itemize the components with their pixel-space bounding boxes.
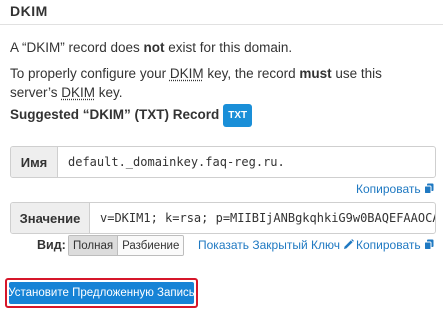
view-split-button[interactable]: Разбиение	[117, 236, 184, 255]
view-label: Вид:	[37, 238, 66, 252]
record-type-badge: TXT	[223, 104, 253, 127]
copy-name-link[interactable]: Копировать	[356, 182, 434, 197]
instruction-message: To properly configure your DKIM key, the…	[10, 64, 430, 102]
suggested-record-heading: Suggested “DKIM” (TXT) Record TXT	[10, 104, 253, 127]
pencil-icon	[343, 239, 354, 253]
title-divider	[0, 24, 443, 25]
status-message: A “DKIM” record does not exist for this …	[10, 38, 435, 57]
copy-value-label: Копировать	[356, 238, 421, 252]
install-suggested-record-button[interactable]: Установите Предложенную Запись	[8, 282, 195, 304]
copy-icon	[423, 239, 434, 253]
show-private-key-link[interactable]: Показать Закрытый Ключ	[198, 238, 354, 253]
view-full-button[interactable]: Полная	[69, 236, 118, 255]
suggested-record-label: Suggested “DKIM” (TXT) Record	[10, 107, 220, 122]
status-message-emphasis: not	[143, 40, 165, 55]
value-field-label: Значение	[11, 203, 90, 233]
instruction-post: key.	[95, 85, 123, 100]
instruction-emphasis: must	[299, 66, 332, 81]
copy-icon	[423, 183, 434, 197]
install-button-highlight: Установите Предложенную Запись	[5, 278, 198, 308]
show-private-key-label: Показать Закрытый Ключ	[198, 238, 340, 252]
copy-name-label: Копировать	[356, 182, 421, 196]
status-message-post: exist for this domain.	[164, 40, 293, 55]
dkim-abbr: DKIM	[61, 85, 96, 100]
view-toggle: Полная Разбиение	[68, 235, 185, 256]
name-field-value[interactable]: default._domainkey.faq-reg.ru.	[58, 147, 435, 177]
name-field-label: Имя	[11, 147, 58, 177]
name-field-group: Имя default._domainkey.faq-reg.ru.	[10, 146, 436, 178]
value-field-group: Значение v=DKIM1; k=rsa; p=MIIBIjANBgkqh…	[10, 202, 436, 234]
instruction-pre: To properly configure your	[10, 66, 170, 81]
copy-value-link[interactable]: Копировать	[356, 238, 434, 253]
dkim-abbr: DKIM	[169, 66, 204, 81]
section-title: DKIM	[10, 3, 48, 19]
status-message-pre: A “DKIM” record does	[10, 40, 144, 55]
instruction-mid: key, the record	[203, 66, 300, 81]
value-field-value[interactable]: v=DKIM1; k=rsa; p=MIIBIjANBgkqhkiG9w0BAQ…	[90, 203, 435, 233]
